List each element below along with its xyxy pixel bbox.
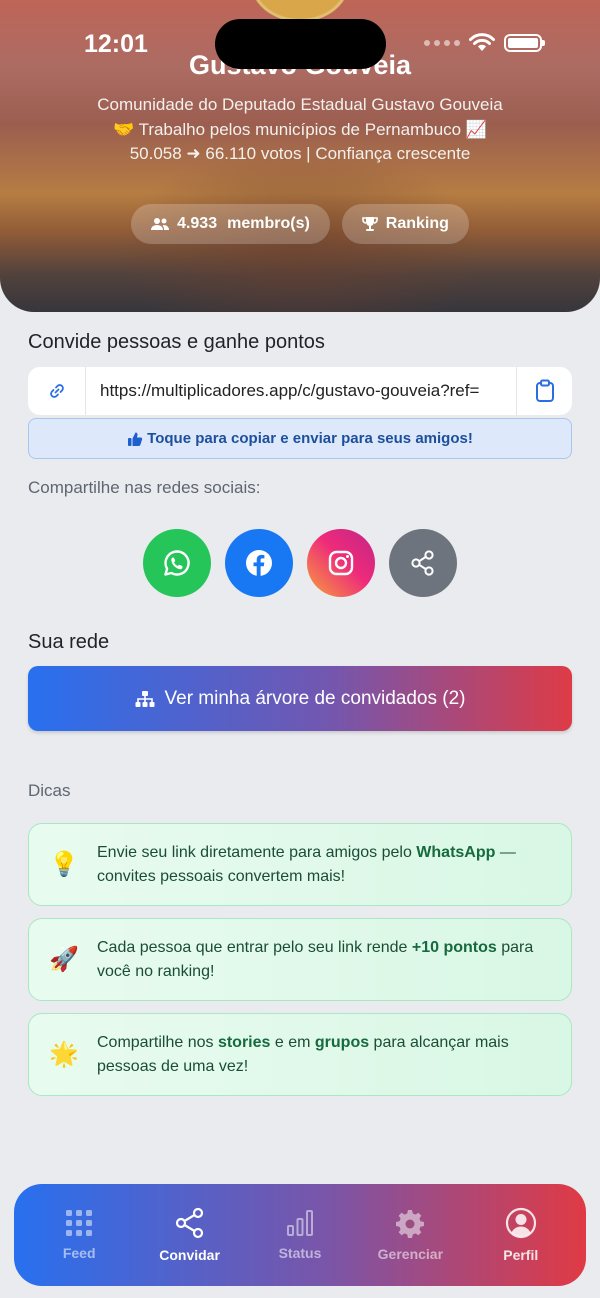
view-tree-button[interactable]: Ver minha árvore de convidados (2): [28, 666, 572, 731]
tip-text: Envie seu link diretamente para amigos p…: [97, 843, 516, 885]
dynamic-island: [215, 19, 386, 69]
link-icon: [49, 384, 64, 398]
trophy-icon: [361, 217, 378, 231]
social-label: Compartilhe nas redes sociais:: [28, 478, 261, 497]
tip-card: 🌟 Compartilhe nos stories e em grupos pa…: [28, 1013, 572, 1096]
wifi-icon: [469, 33, 495, 51]
ranking-label: Ranking: [385, 215, 449, 232]
nav-gerenciar[interactable]: Gerenciar: [360, 1208, 460, 1262]
nav-label: Perfil: [503, 1247, 539, 1263]
members-label: membro(s): [227, 215, 310, 232]
members-count: 4.933: [177, 215, 218, 232]
members-pill[interactable]: 4.933 membro(s): [131, 204, 330, 244]
share-whatsapp-button[interactable]: [143, 529, 211, 597]
tip-card: 🚀 Cada pessoa que entrar pelo seu link r…: [28, 918, 572, 1001]
status-icons: [424, 33, 545, 53]
nav-feed[interactable]: Feed: [29, 1209, 129, 1261]
facebook-icon: [246, 550, 272, 576]
nav-label: Feed: [62, 1245, 96, 1261]
tip-text: Cada pessoa que entrar pelo seu link ren…: [97, 938, 534, 980]
star-icon: 🌟: [49, 1041, 79, 1068]
grid-icon: [66, 1210, 93, 1236]
whatsapp-icon: [164, 550, 190, 576]
tips-title: Dicas: [28, 781, 71, 800]
network-title: Sua rede: [28, 631, 110, 653]
nav-perfil[interactable]: Perfil: [471, 1207, 571, 1263]
lightbulb-icon: 💡: [49, 851, 79, 878]
share-facebook-button[interactable]: [225, 529, 293, 597]
tip-text: Compartilhe nos stories e em grupos para…: [97, 1033, 509, 1075]
copy-hint-banner[interactable]: Toque para copiar e enviar para seus ami…: [28, 418, 572, 459]
ranking-pill[interactable]: Ranking: [341, 204, 469, 244]
invite-link-text[interactable]: https://multiplicadores.app/c/gustavo-go…: [86, 381, 516, 401]
nav-status[interactable]: Status: [250, 1209, 350, 1261]
share-more-button[interactable]: [389, 529, 457, 597]
bottom-nav: Feed Convidar Status Gerenciar Perfil: [14, 1184, 586, 1286]
gear-icon: [396, 1210, 425, 1238]
invite-title: Convide pessoas e ganhe pontos: [28, 331, 325, 353]
user-circle-icon: [505, 1207, 536, 1239]
invite-link-box[interactable]: https://multiplicadores.app/c/gustavo-go…: [28, 367, 572, 415]
nav-convidar[interactable]: Convidar: [140, 1207, 240, 1263]
rocket-icon: 🚀: [49, 946, 79, 973]
instagram-icon: [328, 550, 354, 576]
tip-card: 💡 Envie seu link diretamente para amigos…: [28, 823, 572, 906]
nav-label: Gerenciar: [377, 1246, 444, 1262]
social-share-row: [0, 529, 600, 597]
battery-icon: [504, 34, 545, 52]
signal-icon: [424, 40, 460, 46]
share-icon: [175, 1207, 203, 1239]
copy-button[interactable]: [516, 367, 572, 415]
nav-label: Status: [278, 1245, 322, 1261]
community-description: Comunidade do Deputado Estadual Gustavo …: [97, 95, 503, 163]
users-icon: [151, 218, 170, 230]
status-time: 12:01: [84, 30, 148, 58]
view-tree-label: Ver minha árvore de convidados (2): [164, 687, 466, 709]
copy-hint-text: Toque para copiar e enviar para seus ami…: [147, 430, 473, 447]
share-instagram-button[interactable]: [307, 529, 375, 597]
nav-label: Convidar: [159, 1247, 220, 1263]
bar-chart-icon: [286, 1210, 313, 1236]
sitemap-icon: [135, 690, 154, 707]
thumbs-up-icon: [128, 432, 143, 446]
share-icon: [411, 550, 434, 576]
clipboard-icon: [535, 379, 554, 402]
